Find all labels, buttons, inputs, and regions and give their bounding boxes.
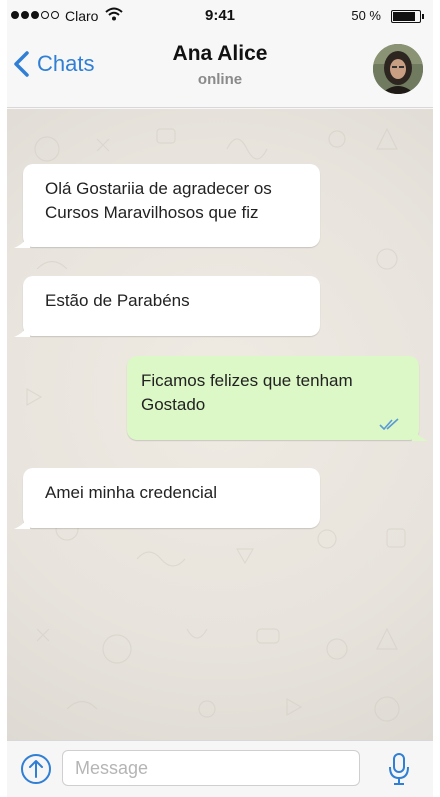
battery-percent: 50 %	[351, 8, 381, 23]
avatar-photo	[373, 44, 423, 94]
contact-name: Ana Alice	[172, 42, 268, 65]
bubble-tail	[14, 515, 30, 529]
composer-bar	[7, 740, 433, 797]
message-line: Gostado	[141, 395, 206, 414]
incoming-message[interactable]: Estão de Parabéns	[14, 276, 320, 337]
battery-icon	[391, 10, 424, 23]
message-list[interactable]: Olá Gostariia de agradecer os Cursos Mar…	[7, 109, 433, 740]
message-line: Olá Gostariia de agradecer os	[45, 179, 272, 198]
status-bar: Claro 9:41 50 %	[7, 0, 433, 32]
outgoing-message[interactable]: Ficamos felizes que tenham Gostado	[127, 356, 428, 441]
double-check-icon	[379, 418, 399, 430]
message-line: Amei minha credencial	[45, 483, 217, 502]
microphone-icon[interactable]	[387, 752, 411, 786]
message-line: Ficamos felizes que tenham	[141, 371, 353, 390]
message-line: Cursos Maravilhosos que fiz	[45, 203, 259, 222]
arrow-up-circle-icon[interactable]	[20, 753, 52, 785]
bubble-tail	[14, 323, 30, 337]
message-line: Estão de Parabéns	[45, 291, 190, 310]
bubble-tail	[14, 234, 30, 248]
bubble-tail	[412, 427, 428, 441]
incoming-message[interactable]: Olá Gostariia de agradecer os Cursos Mar…	[14, 164, 320, 248]
contact-status: online	[197, 71, 243, 88]
avatar[interactable]	[373, 44, 423, 94]
incoming-message[interactable]: Amei minha credencial	[14, 468, 320, 529]
message-input[interactable]	[62, 750, 360, 786]
chat-screen: Claro 9:41 50 % Chats Ana Alice online O…	[7, 0, 433, 797]
chat-header: Chats Ana Alice online	[7, 32, 433, 108]
battery-fill	[393, 12, 416, 21]
contact-info[interactable]: Ana Alice online	[7, 42, 433, 88]
